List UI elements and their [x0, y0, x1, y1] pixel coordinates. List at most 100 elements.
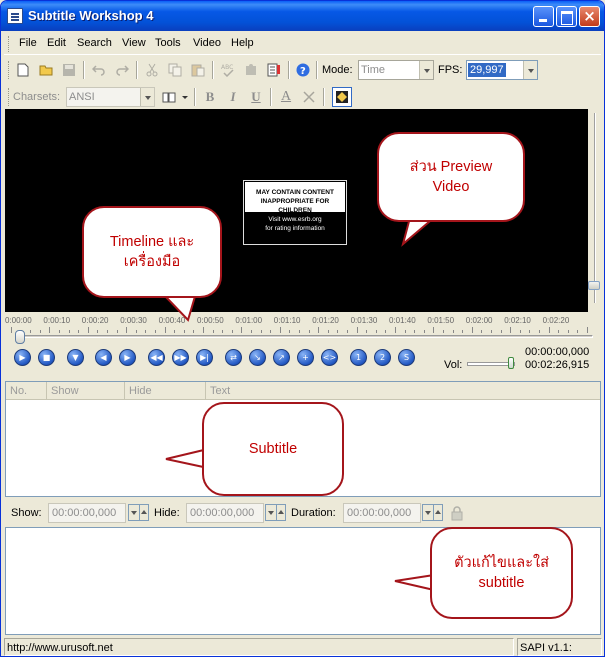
spell-check-button[interactable]: ABC — [218, 60, 238, 80]
zoom-slider[interactable] — [588, 109, 601, 309]
mode-select[interactable]: Time — [358, 60, 434, 80]
timeline-ruler — [5, 327, 588, 333]
loop-button[interactable]: ⇄ — [225, 349, 242, 366]
mark-2-button[interactable]: 2 — [374, 349, 391, 366]
esrb-rating-card: MAY CONTAIN CONTENT INAPPROPRIATE FOR CH… — [243, 180, 347, 245]
play-selection-button[interactable]: ▶| — [196, 349, 213, 366]
close-button[interactable]: × — [579, 6, 600, 27]
code-button[interactable]: <> — [321, 349, 338, 366]
copy-button[interactable] — [165, 60, 185, 80]
timeline-tick-label: 0:02:10 — [504, 316, 531, 325]
app-icon[interactable] — [7, 8, 23, 24]
status-version-panel: SAPI v1.1: — [517, 638, 602, 656]
callout-timeline-line1: Timeline และ — [109, 234, 195, 250]
open-button[interactable] — [36, 60, 56, 80]
save-icon — [63, 64, 75, 76]
timeline-tick — [49, 327, 51, 333]
minimize-button[interactable] — [533, 6, 554, 27]
lock-icon[interactable] — [449, 505, 465, 521]
step-down-button[interactable]: ▼ — [67, 349, 84, 366]
font-color-button[interactable]: A — [276, 87, 296, 107]
callout-subtitle: Subtitle — [202, 402, 344, 496]
undo-button[interactable] — [89, 60, 109, 80]
fps-select[interactable]: 29,997 — [466, 60, 538, 80]
chevron-down-icon[interactable] — [523, 61, 537, 79]
show-time-input[interactable]: 00:00:00,000 — [48, 503, 126, 523]
italic-button[interactable]: I — [223, 87, 243, 107]
bold-button[interactable]: B — [200, 87, 220, 107]
timeline-tick — [577, 330, 579, 333]
mark-1-button[interactable]: 1 — [350, 349, 367, 366]
add-subtitle-button[interactable]: + — [297, 349, 314, 366]
book-dropdown[interactable] — [176, 87, 188, 107]
timeline-tick — [212, 330, 214, 333]
position-slider-thumb[interactable] — [15, 330, 25, 344]
toolbar-grip[interactable] — [8, 61, 11, 79]
callout-editor-line1: ตัวแก้ไขและใส่ — [454, 555, 549, 571]
column-show[interactable]: Show — [47, 382, 125, 400]
help-button[interactable]: ? — [293, 60, 313, 80]
subtitle-mode-button[interactable]: S — [398, 349, 415, 366]
status-version: SAPI v1.1: — [520, 642, 572, 654]
menu-tools[interactable]: Tools — [155, 37, 181, 49]
code-icon: <> — [322, 353, 337, 362]
timeline-tick — [529, 330, 531, 333]
menu-edit[interactable]: Edit — [47, 37, 66, 49]
forward-button[interactable]: ▶ — [119, 349, 136, 366]
menu-help[interactable]: Help — [231, 37, 254, 49]
stop-button[interactable]: ■ — [38, 349, 55, 366]
menu-video[interactable]: Video — [193, 37, 221, 49]
fast-forward-icon: ▶▶ — [174, 353, 187, 362]
mode-label: Mode: — [322, 64, 353, 76]
timeline[interactable]: 0:00:00 0:00:10 0:00:20 0:00:30 0:00:40 0:00:… — [5, 313, 601, 344]
info-button[interactable] — [264, 60, 284, 80]
charset-select[interactable]: ANSI — [66, 87, 155, 107]
stop-icon: ■ — [42, 353, 51, 362]
title-bar[interactable]: Subtitle Workshop 4 × — [1, 1, 604, 31]
fps-label: FPS: — [438, 64, 463, 76]
timeline-tick — [260, 330, 262, 333]
menu-view[interactable]: View — [122, 37, 146, 49]
status-url[interactable]: http://www.urusoft.net — [7, 642, 113, 654]
column-text[interactable]: Text — [206, 382, 600, 400]
play-button[interactable]: ▶ — [14, 349, 31, 366]
play-selection-icon: ▶| — [200, 353, 209, 362]
timeline-tick — [87, 327, 89, 333]
menu-grip[interactable] — [8, 36, 11, 52]
window-title: Subtitle Workshop 4 — [28, 8, 154, 23]
zoom-slider-thumb[interactable] — [588, 281, 600, 290]
underline-button[interactable]: U — [246, 87, 266, 107]
toolbar-separator — [270, 88, 272, 106]
maximize-button[interactable] — [556, 6, 577, 27]
duration-input[interactable]: 00:00:00,000 — [343, 503, 421, 523]
volume-label: Vol: — [444, 359, 463, 371]
volume-slider-thumb[interactable] — [508, 357, 515, 369]
position-slider-track[interactable] — [15, 335, 593, 338]
load-video-button[interactable] — [332, 87, 352, 107]
toolbar-separator — [316, 61, 318, 79]
hide-time-input[interactable]: 00:00:00,000 — [186, 503, 264, 523]
chevron-down-icon[interactable] — [140, 88, 154, 106]
set-start-button[interactable]: ↘ — [249, 349, 266, 366]
cut-button[interactable] — [142, 60, 162, 80]
rewind-button[interactable]: ◀◀ — [148, 349, 165, 366]
fast-forward-button[interactable]: ▶▶ — [172, 349, 189, 366]
remove-format-button[interactable] — [299, 87, 319, 107]
puzzle-button[interactable] — [241, 60, 261, 80]
back-button[interactable]: ◀ — [95, 349, 112, 366]
column-no[interactable]: No. — [6, 382, 47, 400]
new-button[interactable] — [13, 60, 33, 80]
fps-value[interactable]: 29,997 — [468, 63, 506, 77]
save-button[interactable] — [59, 60, 79, 80]
redo-button[interactable] — [112, 60, 132, 80]
chevron-down-icon[interactable] — [419, 61, 433, 79]
rating-info-line1: Visit www.esrb.org — [268, 216, 322, 223]
set-end-button[interactable]: ↗ — [273, 349, 290, 366]
timeline-tick — [433, 327, 435, 333]
menu-file[interactable]: File — [19, 37, 37, 49]
paste-button[interactable] — [188, 60, 208, 80]
column-hide[interactable]: Hide — [125, 382, 206, 400]
toolbar-grip[interactable] — [8, 88, 11, 106]
menu-search[interactable]: Search — [77, 37, 112, 49]
callout-preview-line1: ส่วน Preview — [409, 159, 493, 175]
